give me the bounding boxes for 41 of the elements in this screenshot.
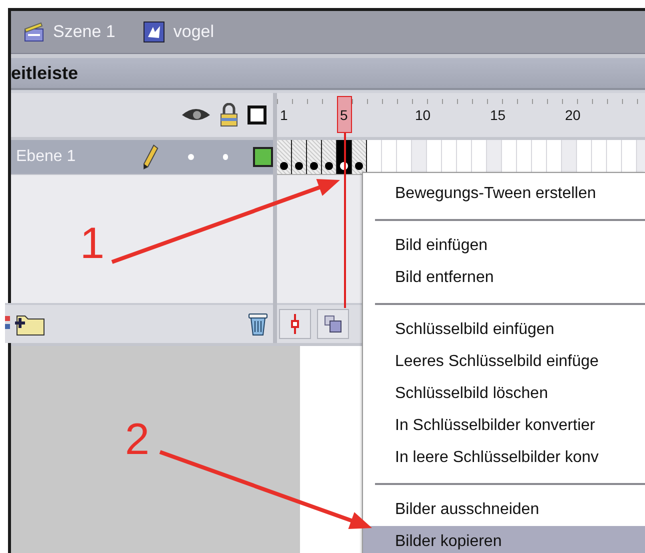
onion-skin-button[interactable]	[279, 309, 311, 339]
menu-item[interactable]: Bewegungs-Tween erstellen	[363, 178, 645, 210]
outline-color-swatch[interactable]	[253, 147, 273, 167]
menu-item[interactable]: Leeres Schlüsselbild einfüge	[363, 346, 645, 378]
clapperboard-icon	[23, 21, 45, 43]
frame-cell[interactable]	[487, 140, 502, 174]
frame-cell[interactable]	[412, 140, 427, 174]
menu-item[interactable]: Bilder kopieren	[363, 526, 645, 553]
panel-title: eitleiste	[11, 62, 78, 84]
menu-item[interactable]: In Schlüsselbilder konvertier	[363, 410, 645, 442]
symbol-icon	[143, 21, 166, 43]
keyframe[interactable]	[352, 140, 367, 174]
keyframe[interactable]	[322, 140, 337, 174]
keyframe[interactable]	[292, 140, 307, 174]
frame-number: 20	[565, 107, 581, 123]
frame-number: 10	[415, 107, 431, 123]
pencil-icon	[143, 144, 159, 170]
lock-icon[interactable]	[219, 103, 239, 127]
menu-item[interactable]: Bild entfernen	[363, 262, 645, 294]
keyframe[interactable]	[277, 140, 292, 174]
center-frame-icon	[289, 314, 301, 334]
frame-number: 15	[490, 107, 506, 123]
overlapping-squares-icon	[324, 315, 342, 333]
visibility-dot[interactable]	[188, 154, 194, 160]
trash-icon[interactable]	[247, 311, 269, 337]
eye-icon[interactable]	[181, 107, 211, 123]
frame-cell[interactable]	[562, 140, 577, 174]
keyframe[interactable]	[307, 140, 322, 174]
annotation-number: 1	[80, 222, 104, 266]
menu-item[interactable]: Bilder ausschneiden	[363, 494, 645, 526]
menu-item[interactable]: Schlüsselbild löschen	[363, 378, 645, 410]
frame-number: 5	[340, 107, 348, 123]
menu-item[interactable]: Bild einfügen	[363, 230, 645, 262]
outline-square-icon[interactable]	[247, 105, 267, 125]
lock-dot[interactable]	[222, 154, 228, 160]
onion-outline-button[interactable]	[317, 309, 349, 339]
menu-item[interactable]: In leere Schlüsselbilder konv	[363, 442, 645, 474]
annotation-number: 2	[125, 418, 150, 462]
menu-item[interactable]: Schlüsselbild einfügen	[363, 314, 645, 346]
playhead[interactable]	[337, 96, 352, 308]
frame-number: 1	[280, 107, 288, 123]
